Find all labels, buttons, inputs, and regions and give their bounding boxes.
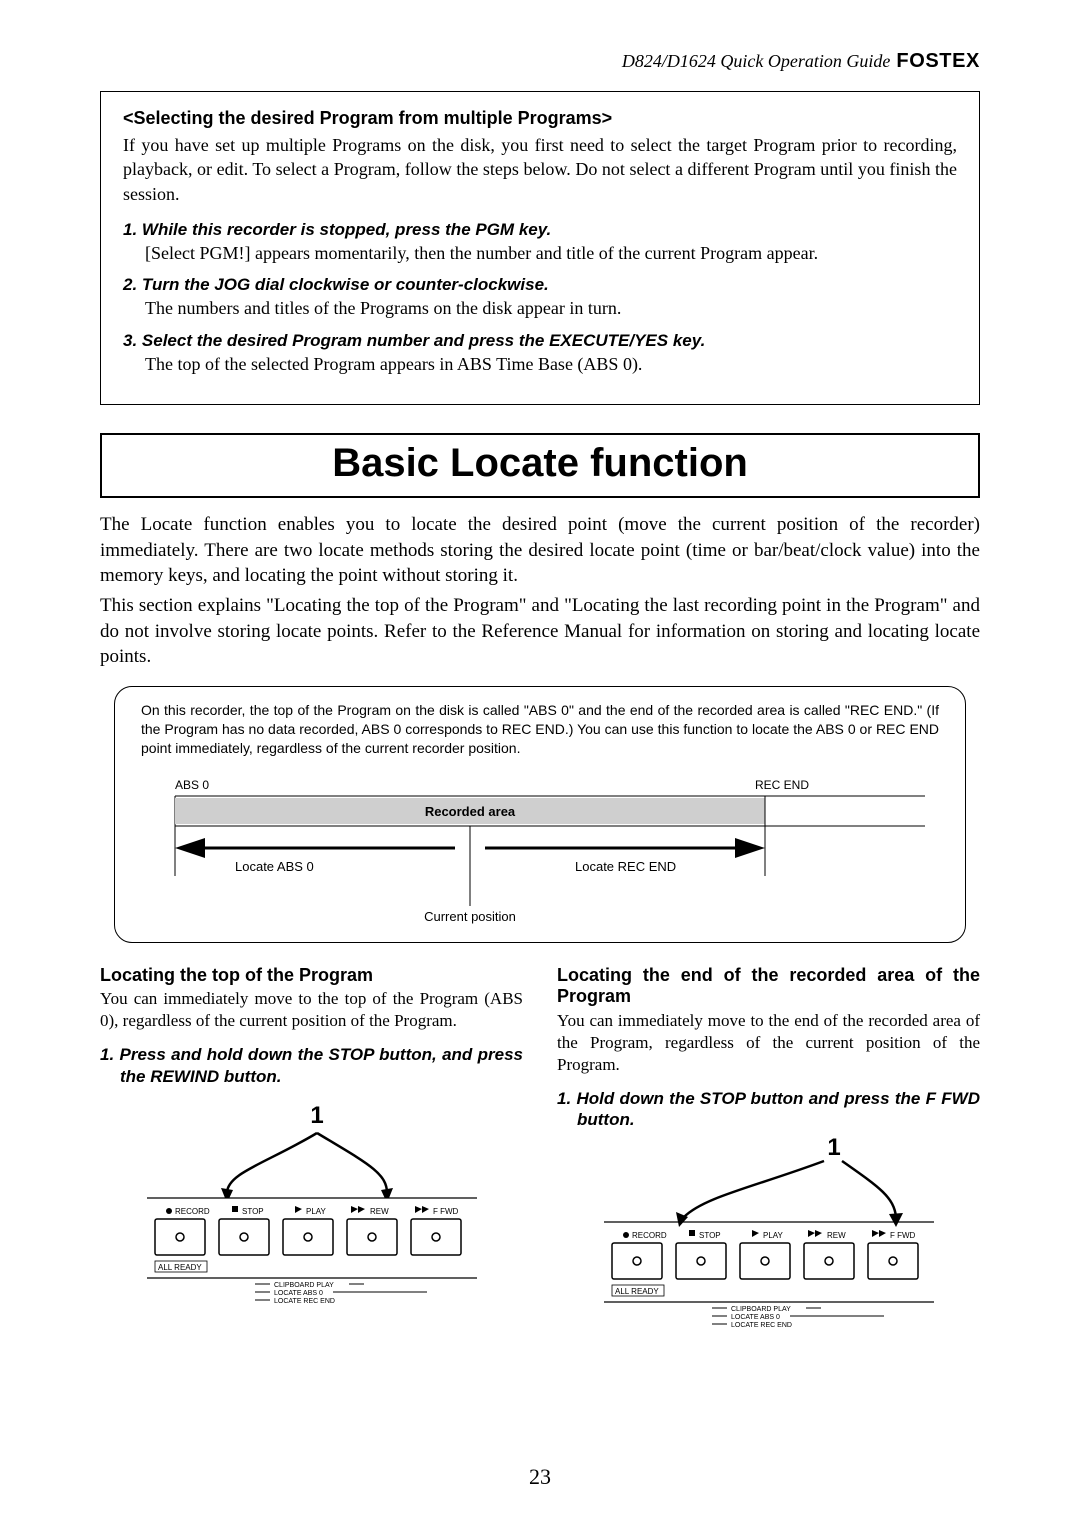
svg-text:ALL READY: ALL READY — [615, 1287, 659, 1296]
left-col-step: 1. Press and hold down the STOP button, … — [100, 1044, 523, 1087]
svg-text:LOCATE REC END: LOCATE REC END — [731, 1322, 792, 1327]
callout-number: 1 — [310, 1102, 323, 1129]
page-header: D824/D1624 Quick Operation Guide FOSTEX — [100, 50, 980, 73]
svg-text:F FWD: F FWD — [890, 1231, 916, 1240]
step-body: [Select PGM!] appears momentarily, then … — [145, 242, 957, 265]
label-locate-recend: Locate REC END — [575, 859, 676, 874]
label-current-position: Current position — [424, 909, 516, 924]
program-select-box: <Selecting the desired Program from mult… — [100, 91, 980, 405]
svg-text:LOCATE ABS 0: LOCATE ABS 0 — [274, 1290, 323, 1297]
locate-diagram: ABS 0 REC END Recorded area Locate ABS 0… — [155, 776, 925, 926]
page-number: 23 — [0, 1464, 1080, 1490]
columns: Locating the top of the Program You can … — [100, 965, 980, 1332]
left-col-para: You can immediately move to the top of t… — [100, 988, 523, 1032]
svg-text:RECORD: RECORD — [632, 1231, 667, 1240]
left-column: Locating the top of the Program You can … — [100, 965, 523, 1332]
left-col-title: Locating the top of the Program — [100, 965, 523, 987]
step-head: 2. Turn the JOG dial clockwise or counte… — [123, 275, 957, 295]
header-text: D824/D1624 Quick Operation Guide — [622, 51, 890, 72]
section-title-box: Basic Locate function — [100, 433, 980, 498]
transport-panel-left: 1 RECORD STOP — [127, 1093, 497, 1303]
svg-text:CLIPBOARD PLAY: CLIPBOARD PLAY — [731, 1306, 791, 1313]
svg-text:CLIPBOARD PLAY: CLIPBOARD PLAY — [274, 1282, 334, 1289]
transport-panel-right: 1 RECORD STOP — [584, 1137, 954, 1327]
svg-text:RECORD: RECORD — [175, 1207, 210, 1216]
svg-text:F FWD: F FWD — [433, 1207, 459, 1216]
svg-text:STOP: STOP — [242, 1207, 264, 1216]
callout-number: 1 — [827, 1137, 840, 1161]
program-box-title: <Selecting the desired Program from mult… — [123, 108, 957, 129]
label-abs0: ABS 0 — [175, 778, 209, 792]
label-locate-abs0: Locate ABS 0 — [235, 859, 314, 874]
right-col-step: 1. Hold down the STOP button and press t… — [557, 1088, 980, 1131]
intro-para: This section explains "Locating the top … — [100, 593, 980, 670]
section-title: Basic Locate function — [102, 441, 978, 486]
brand-logo: FOSTEX — [896, 50, 980, 73]
right-column: Locating the end of the recorded area of… — [557, 965, 980, 1332]
svg-text:REW: REW — [827, 1231, 846, 1240]
program-box-intro: If you have set up multiple Programs on … — [123, 133, 957, 206]
step-head: 3. Select the desired Program number and… — [123, 331, 957, 351]
svg-text:ALL READY: ALL READY — [158, 1263, 202, 1272]
svg-text:PLAY: PLAY — [763, 1231, 784, 1240]
svg-text:PLAY: PLAY — [306, 1207, 327, 1216]
right-col-para: You can immediately move to the end of t… — [557, 1010, 980, 1076]
label-recorded-area: Recorded area — [425, 804, 516, 819]
diagram-note: On this recorder, the top of the Program… — [141, 701, 939, 758]
intro-para: The Locate function enables you to locat… — [100, 512, 980, 589]
diagram-box: On this recorder, the top of the Program… — [114, 686, 966, 943]
step-head: 1. While this recorder is stopped, press… — [123, 220, 957, 240]
step-body: The top of the selected Program appears … — [145, 353, 957, 376]
label-recend: REC END — [755, 778, 809, 792]
right-col-title: Locating the end of the recorded area of… — [557, 965, 980, 1008]
svg-text:LOCATE ABS 0: LOCATE ABS 0 — [731, 1314, 780, 1321]
svg-text:REW: REW — [370, 1207, 389, 1216]
svg-text:LOCATE REC END: LOCATE REC END — [274, 1298, 335, 1303]
svg-text:STOP: STOP — [699, 1231, 721, 1240]
step-body: The numbers and titles of the Programs o… — [145, 297, 957, 320]
